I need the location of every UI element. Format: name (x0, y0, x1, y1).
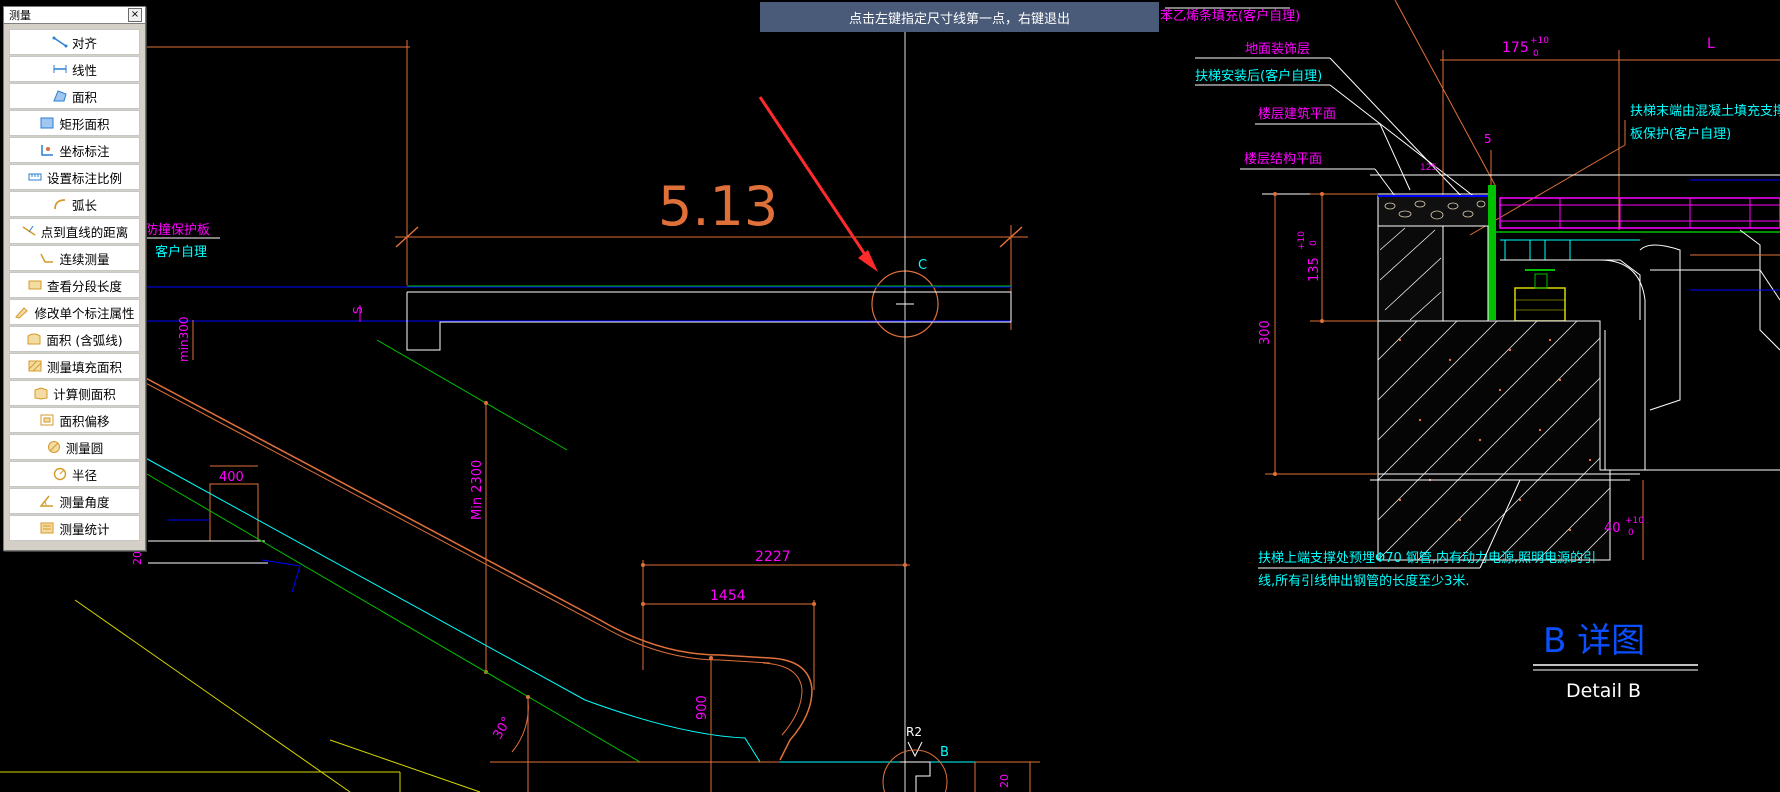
arch-level-label: 楼层建筑平面 (1258, 106, 1336, 122)
linear-dimension-icon (53, 65, 67, 73)
point-b-label: B (940, 745, 949, 760)
command-prompt-text: 点击左键指定尺寸线第一点，右键退出 (848, 11, 1070, 27)
dim-1454-label: 1454 (710, 588, 746, 604)
dim-175-tol-zero: 0 (1533, 49, 1539, 59)
measured-value-text: 5.13 (658, 175, 778, 238)
bottom-note-line2: 线,所有引线伸出钢管的长度至少3米. (1258, 573, 1470, 589)
segment-length-icon (28, 280, 42, 290)
detail-b-title: B 详图 (1543, 621, 1645, 661)
circle-measure-icon (47, 441, 60, 453)
bottom-note-line1: 扶梯上端支撑处预埋Φ70 钢管,内有动力电源,照明电源的引 (1258, 550, 1596, 566)
cmd-linear[interactable]: 线性 (9, 56, 140, 82)
dim-s-label: S (351, 306, 365, 314)
cmd-point-line-distance[interactable]: 点到直线的距离 (9, 218, 140, 244)
dim-125-label: 125 (1420, 163, 1437, 173)
cad-drawing-canvas[interactable]: 5.13 C S 防撞保护板 客户自理 min300 Min 2300 400 … (0, 0, 1780, 792)
palette-title: 测量 (9, 9, 31, 22)
angle-icon (39, 495, 54, 507)
min300-label: min300 (177, 316, 191, 362)
cmd-aligned[interactable]: 对齐 (9, 29, 140, 55)
owner-responsibility-label: 客户自理 (155, 244, 207, 260)
dim-2227-label: 2227 (755, 549, 791, 565)
aligned-dimension-icon (52, 36, 68, 48)
palette-command-list: 对齐 线性 面积 矩形面积 坐标标注 设置标注比例 弧长 点到直线的距离 连续测… (9, 29, 140, 542)
right-note-line2: 板保护(客户自理) (1630, 126, 1731, 142)
dim-5-label: 5 (1484, 132, 1492, 146)
palette-titlebar[interactable]: 测量 × (4, 7, 145, 24)
command-prompt: 点击左键指定尺寸线第一点，右键退出 (760, 2, 1159, 32)
guard-board-label: 防撞保护板 (145, 222, 210, 238)
dim-400-label: 400 (219, 470, 244, 485)
cmd-radius[interactable]: 半径 (9, 461, 140, 487)
edit-dimension-icon (15, 307, 29, 319)
cmd-hatch-area[interactable]: 测量填充面积 (9, 353, 140, 379)
dim-175-label: 175 (1502, 40, 1529, 56)
dim-40-tol-zero: 0 (1628, 528, 1634, 538)
coordinate-icon (41, 145, 54, 156)
dim-L-label: L (1707, 36, 1715, 52)
dim-175-tol-plus: +10 (1530, 36, 1549, 46)
cmd-set-scale[interactable]: 设置标注比例 (9, 164, 140, 190)
min2300-label: Min 2300 (470, 460, 485, 520)
rectangle-area-icon (40, 117, 54, 129)
cmd-area[interactable]: 面积 (9, 83, 140, 109)
hatch-area-icon (28, 360, 42, 372)
point-line-distance-icon (22, 225, 36, 236)
r2-label: R2 (906, 725, 922, 739)
detail-b-title-en: Detail B (1566, 680, 1641, 702)
dim-135-label: 135 (1307, 257, 1322, 282)
dim-135-tol-plus: +10 (1297, 231, 1307, 250)
area-offset-icon (40, 414, 54, 426)
scale-icon (28, 173, 42, 181)
cmd-angle[interactable]: 测量角度 (9, 488, 140, 514)
cmd-arc-length[interactable]: 弧长 (9, 191, 140, 217)
cmd-coordinate[interactable]: 坐标标注 (9, 137, 140, 163)
cmd-segment-length[interactable]: 查看分段长度 (9, 272, 140, 298)
floor-finish-label: 地面装饰层 (1245, 42, 1310, 57)
radius-icon (53, 467, 67, 481)
styrene-fill-note: 苯乙烯条填充(客户自理) (1160, 8, 1300, 24)
side-area-icon (34, 387, 48, 400)
cmd-edit-dimension[interactable]: 修改单个标注属性 (9, 299, 140, 325)
arc-area-icon (27, 333, 41, 345)
cmd-continuous[interactable]: 连续测量 (9, 245, 140, 271)
dim-20-label: 20 (131, 551, 144, 565)
close-button[interactable]: × (128, 8, 142, 22)
cmd-area-with-arc[interactable]: 面积 (含弧线) (9, 326, 140, 352)
struct-level-label: 楼层结构平面 (1244, 152, 1322, 167)
cmd-side-area[interactable]: 计算侧面积 (9, 380, 140, 406)
after-install-label: 扶梯安装后(客户自理) (1195, 68, 1322, 84)
close-icon: × (130, 9, 140, 20)
statistics-icon (40, 522, 54, 534)
dim-20b-label: 20 (998, 774, 1011, 788)
cmd-circle-measure[interactable]: 测量圆 (9, 434, 140, 460)
dim-40-label: 40 (1604, 521, 1621, 536)
point-c-label: C (918, 258, 927, 273)
continuous-measure-icon (40, 253, 54, 263)
area-icon (53, 90, 67, 102)
right-note-line1: 扶梯末端由混凝土填充支撑,泡沫 (1630, 103, 1780, 119)
cmd-statistics[interactable]: 测量统计 (9, 515, 140, 541)
dim-900-label: 900 (695, 695, 710, 720)
dim-40-tol-plus: +10 (1625, 516, 1644, 526)
cmd-rect-area[interactable]: 矩形面积 (9, 110, 140, 136)
cmd-area-offset[interactable]: 面积偏移 (9, 407, 140, 433)
dim-135-tol-zero: 0 (1309, 240, 1319, 246)
dim-300-label: 300 (1258, 320, 1273, 345)
measure-palette[interactable]: 测量 × 对齐 线性 面积 矩形面积 坐标标注 设置标注比例 弧长 点到直线的距… (3, 6, 146, 551)
arc-length-icon (54, 199, 66, 210)
